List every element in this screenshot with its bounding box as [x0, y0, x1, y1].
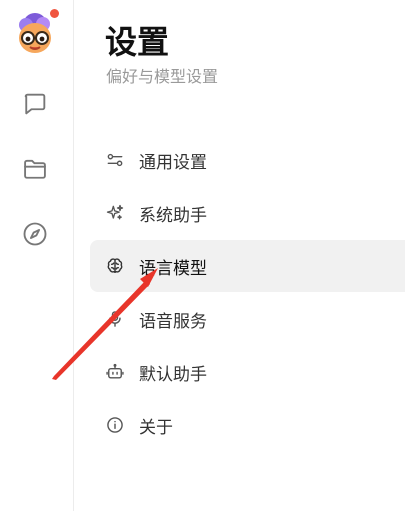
settings-window: 设置 偏好与模型设置 通用设置 系统助手 语言模型 语音服务 默认助手 关于	[0, 0, 405, 511]
side-rail	[0, 0, 74, 511]
info-icon	[104, 414, 126, 436]
settings-menu: 通用设置 系统助手 语言模型 语音服务 默认助手 关于	[90, 134, 405, 452]
sliders-icon	[104, 149, 126, 171]
notification-dot	[50, 9, 59, 18]
menu-item-language-model[interactable]: 语言模型	[90, 240, 405, 292]
menu-item-default-assistant[interactable]: 默认助手	[90, 346, 405, 398]
menu-label: 语言模型	[139, 258, 207, 279]
microphone-icon	[104, 308, 126, 330]
menu-label: 语音服务	[139, 311, 207, 332]
menu-item-general[interactable]: 通用设置	[90, 134, 405, 186]
files-button[interactable]	[18, 154, 52, 188]
settings-panel: 设置 偏好与模型设置 通用设置 系统助手 语言模型 语音服务 默认助手 关于	[75, 0, 405, 511]
chat-bubble-icon	[21, 90, 49, 122]
sparkles-icon	[104, 202, 126, 224]
avatar[interactable]	[12, 11, 58, 57]
chat-button[interactable]	[18, 89, 52, 123]
folder-icon	[21, 155, 49, 187]
menu-item-about[interactable]: 关于	[90, 399, 405, 451]
menu-label: 通用设置	[139, 152, 207, 173]
menu-item-voice-service[interactable]: 语音服务	[90, 293, 405, 345]
compass-icon	[21, 220, 49, 252]
menu-label: 默认助手	[139, 364, 207, 385]
menu-label: 系统助手	[139, 205, 207, 226]
menu-item-system-assistant[interactable]: 系统助手	[90, 187, 405, 239]
bot-icon	[104, 361, 126, 383]
page-title: 设置	[105, 23, 170, 61]
brain-icon	[104, 255, 126, 277]
page-subtitle: 偏好与模型设置	[106, 67, 219, 86]
menu-label: 关于	[139, 417, 173, 438]
discover-button[interactable]	[18, 219, 52, 253]
